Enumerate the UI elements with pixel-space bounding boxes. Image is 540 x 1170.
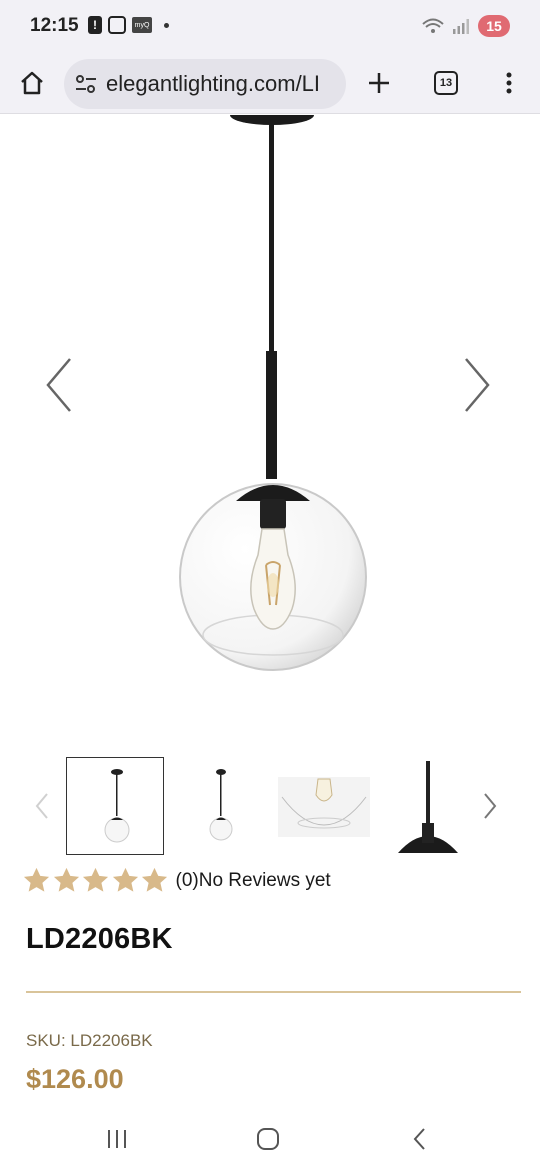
rating-text: (0)No Reviews yet (175, 869, 331, 891)
thumbnail-pendant-icon (209, 769, 233, 841)
next-image-button[interactable] (458, 355, 498, 415)
tab-count: 13 (434, 71, 458, 95)
status-notification-icons: ! myQ (88, 16, 169, 34)
star-icon (53, 867, 79, 892)
back-button[interactable] (400, 1124, 440, 1154)
thumbnail-strip (0, 755, 540, 857)
chevron-right-icon (465, 358, 490, 412)
more-notifications-dot-icon (164, 22, 169, 28)
home-button[interactable] (11, 62, 53, 104)
home-circle-icon (257, 1128, 279, 1150)
status-system-icons: 15 (422, 15, 510, 37)
home-icon (21, 71, 43, 95)
chevron-left-icon (46, 358, 71, 412)
product-sku: SKU: LD2206BK (26, 1031, 153, 1050)
address-bar[interactable]: elegantlighting.com/LI (64, 59, 346, 109)
chevron-right-icon (484, 793, 497, 819)
thumbnail-prev-button[interactable] (32, 791, 52, 826)
thumbnail-next-button[interactable] (480, 791, 500, 826)
myq-app-icon: myQ (132, 17, 152, 33)
star-icon (141, 867, 168, 892)
system-navigation-bar (0, 1110, 540, 1170)
product-title: LD2206BK (26, 923, 173, 955)
product-image-carousel[interactable] (0, 115, 540, 745)
thumbnail-3[interactable] (276, 757, 372, 855)
url-text: elegantlighting.com/LI (106, 71, 321, 96)
browser-toolbar: elegantlighting.com/LI 13 (0, 52, 540, 114)
thumbnail-dome-closeup-icon (398, 761, 458, 853)
battery-indicator: 15 (478, 15, 510, 37)
star-icon (112, 867, 138, 892)
thumbnail-1[interactable] (66, 757, 164, 855)
star-icon (82, 867, 109, 892)
product-price: $126.00 (26, 1064, 124, 1094)
star-icon (23, 867, 50, 892)
divider (26, 991, 521, 993)
status-time: 12:15 (30, 15, 79, 36)
status-bar: 12:15 ! myQ 15 (0, 0, 540, 52)
screenshot-icon (108, 16, 126, 34)
thumbnail-pendant-icon (104, 769, 130, 843)
previous-image-button[interactable] (40, 355, 80, 415)
tab-switcher-button[interactable]: 13 (425, 62, 467, 104)
alert-icon: ! (88, 16, 102, 34)
browser-menu-button[interactable] (488, 62, 530, 104)
thumbnail-4[interactable] (384, 757, 462, 855)
product-rating[interactable]: (0)No Reviews yet (22, 866, 331, 895)
home-nav-button[interactable] (248, 1124, 288, 1154)
thumbnail-2[interactable] (172, 757, 270, 855)
signal-icon (453, 19, 469, 34)
plus-icon (369, 73, 389, 93)
thumbnail-globe-closeup-icon (278, 777, 370, 837)
new-tab-button[interactable] (358, 62, 400, 104)
back-chevron-icon (413, 1128, 425, 1150)
recent-apps-icon (108, 1130, 126, 1148)
site-settings-icon[interactable] (74, 72, 98, 96)
wifi-icon (422, 18, 444, 33)
recent-apps-button[interactable] (97, 1124, 137, 1154)
pendant-light-image (179, 115, 367, 671)
chevron-left-icon (35, 793, 48, 819)
more-vertical-icon (506, 72, 512, 94)
